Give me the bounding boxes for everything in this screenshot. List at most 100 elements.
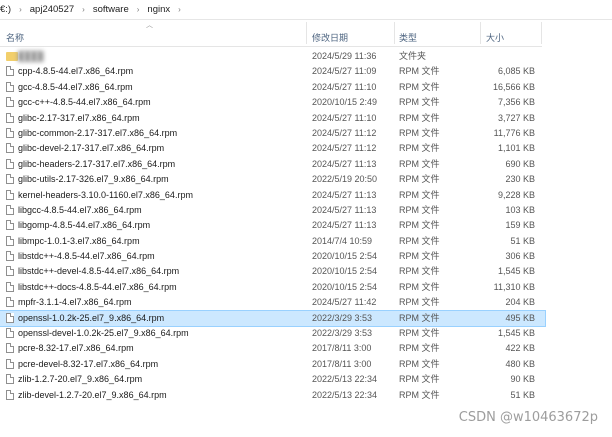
file-row[interactable]: zlib-devel-1.2.7-20.el7_9.x86_64.rpm 2022… xyxy=(0,388,545,403)
chevron-right-icon: › xyxy=(19,5,22,14)
file-size: 6,085 KB xyxy=(497,66,535,77)
file-row[interactable]: gcc-4.8.5-44.el7.x86_64.rpm 2024/5/27 11:… xyxy=(0,80,545,95)
file-date: 2020/10/15 2:54 xyxy=(312,266,378,277)
file-row[interactable]: libmpc-1.0.1-3.el7.x86_64.rpm 2014/7/4 10… xyxy=(0,234,545,249)
file-size: 480 KB xyxy=(505,358,535,369)
file-row[interactable]: kernel-headers-3.10.0-1160.el7.x86_64.rp… xyxy=(0,188,545,203)
column-header-row: 名称 修改日期 类型 大小 xyxy=(0,28,542,47)
column-divider[interactable] xyxy=(480,22,481,44)
file-name: zlib-1.2.7-20.el7_9.x86_64.rpm xyxy=(18,374,143,385)
file-name: glibc-common-2.17-317.el7.x86_64.rpm xyxy=(18,127,178,138)
file-name: gcc-4.8.5-44.el7.x86_64.rpm xyxy=(18,81,133,92)
file-type: RPM 文件 xyxy=(399,251,440,262)
file-row[interactable]: ████ 2024/5/29 11:36 文件夹 xyxy=(0,49,545,64)
file-row[interactable]: pcre-8.32-17.el7.x86_64.rpm 2017/8/11 3:0… xyxy=(0,341,545,356)
watermark: CSDN @w10463672p xyxy=(458,410,598,425)
file-size: 230 KB xyxy=(505,174,535,185)
file-date: 2024/5/27 11:09 xyxy=(312,66,377,77)
file-size: 1,545 KB xyxy=(497,266,535,277)
column-header-name[interactable]: 名称 xyxy=(6,31,24,44)
file-row[interactable]: zlib-1.2.7-20.el7_9.x86_64.rpm 2022/5/13 … xyxy=(0,372,545,387)
file-size: 7,356 KB xyxy=(497,97,535,108)
file-name: gcc-c++-4.8.5-44.el7.x86_64.rpm xyxy=(18,97,151,108)
file-row[interactable]: libstdc++-devel-4.8.5-44.el7.x86_64.rpm 2… xyxy=(0,264,545,279)
column-header-size[interactable]: 大小 xyxy=(486,31,504,44)
file-size: 11,776 KB xyxy=(493,127,535,138)
file-icon xyxy=(6,220,14,231)
file-row[interactable]: pcre-devel-8.32-17.el7.x86_64.rpm 2017/8/… xyxy=(0,357,545,372)
file-size: 204 KB xyxy=(505,297,535,308)
file-type: RPM 文件 xyxy=(399,389,440,400)
file-date: 2017/8/11 3:00 xyxy=(312,343,372,354)
file-name: glibc-devel-2.17-317.el7.x86_64.rpm xyxy=(18,143,165,154)
file-type: RPM 文件 xyxy=(399,174,440,185)
file-name: ████ xyxy=(18,51,44,61)
file-type: RPM 文件 xyxy=(399,66,440,77)
file-date: 2020/10/15 2:54 xyxy=(312,251,378,262)
column-divider[interactable] xyxy=(541,22,542,44)
file-name: glibc-utils-2.17-326.el7_9.x86_64.rpm xyxy=(18,174,169,185)
file-type: RPM 文件 xyxy=(399,358,440,369)
file-type: RPM 文件 xyxy=(399,189,440,200)
breadcrumb-item-drive[interactable]: €:) xyxy=(0,4,14,15)
file-row[interactable]: libstdc++-4.8.5-44.el7.x86_64.rpm 2020/10… xyxy=(0,249,545,264)
file-size: 51 KB xyxy=(510,389,535,400)
breadcrumb-item-software[interactable]: software xyxy=(90,4,132,15)
file-icon xyxy=(6,174,14,185)
file-type: RPM 文件 xyxy=(399,127,440,138)
file-type: RPM 文件 xyxy=(399,112,440,123)
file-icon xyxy=(6,266,14,277)
file-row[interactable]: glibc-devel-2.17-317.el7.x86_64.rpm 2024/… xyxy=(0,141,545,156)
file-row[interactable]: openssl-devel-1.0.2k-25.el7_9.x86_64.rpm… xyxy=(0,326,545,341)
file-type: RPM 文件 xyxy=(399,204,440,215)
file-name: kernel-headers-3.10.0-1160.el7.x86_64.rp… xyxy=(18,189,193,200)
file-type: RPM 文件 xyxy=(399,97,440,108)
file-size: 159 KB xyxy=(505,220,535,231)
file-name: mpfr-3.1.1-4.el7.x86_64.rpm xyxy=(18,297,132,308)
file-type: RPM 文件 xyxy=(399,143,440,154)
file-row[interactable]: cpp-4.8.5-44.el7.x86_64.rpm 2024/5/27 11:… xyxy=(0,64,545,79)
file-date: 2024/5/27 11:42 xyxy=(312,297,377,308)
file-row[interactable]: mpfr-3.1.1-4.el7.x86_64.rpm 2024/5/27 11:… xyxy=(0,295,545,310)
column-divider[interactable] xyxy=(306,22,307,44)
file-icon xyxy=(6,358,14,369)
file-date: 2020/10/15 2:49 xyxy=(312,97,378,108)
file-icon xyxy=(6,312,14,323)
file-name: libmpc-1.0.1-3.el7.x86_64.rpm xyxy=(18,235,140,246)
file-row[interactable]: openssl-1.0.2k-25.el7_9.x86_64.rpm 2022/3… xyxy=(0,309,546,328)
file-row[interactable]: glibc-utils-2.17-326.el7_9.x86_64.rpm 202… xyxy=(0,172,545,187)
file-name: libgomp-4.8.5-44.el7.x86_64.rpm xyxy=(18,220,151,231)
chevron-right-icon: › xyxy=(178,5,181,14)
file-size: 16,566 KB xyxy=(492,81,535,92)
file-type: RPM 文件 xyxy=(399,312,440,323)
column-divider[interactable] xyxy=(394,22,395,44)
file-size: 103 KB xyxy=(505,204,535,215)
file-icon xyxy=(6,297,14,308)
file-date: 2024/5/27 11:12 xyxy=(312,127,377,138)
file-name: glibc-2.17-317.el7.x86_64.rpm xyxy=(18,112,140,123)
file-row[interactable]: glibc-headers-2.17-317.el7.x86_64.rpm 202… xyxy=(0,157,545,172)
breadcrumb: €:) › apj240527 › software › nginx › xyxy=(0,0,612,20)
file-date: 2024/5/27 11:13 xyxy=(312,158,377,169)
file-size: 495 KB xyxy=(505,312,535,323)
breadcrumb-item-apj240527[interactable]: apj240527 xyxy=(27,4,77,15)
file-row[interactable]: libgomp-4.8.5-44.el7.x86_64.rpm 2024/5/27… xyxy=(0,218,545,233)
file-row[interactable]: libstdc++-docs-4.8.5-44.el7.x86_64.rpm 20… xyxy=(0,280,545,295)
file-name: openssl-1.0.2k-25.el7_9.x86_64.rpm xyxy=(18,312,165,323)
file-date: 2024/5/27 11:13 xyxy=(312,189,377,200)
file-date: 2024/5/27 11:12 xyxy=(312,143,377,154)
file-type: RPM 文件 xyxy=(399,343,440,354)
file-icon xyxy=(6,374,14,385)
file-size: 11,310 KB xyxy=(493,281,535,292)
column-header-type[interactable]: 类型 xyxy=(399,31,417,44)
file-type: RPM 文件 xyxy=(399,328,440,339)
file-size: 9,228 KB xyxy=(497,189,535,200)
file-row[interactable]: glibc-common-2.17-317.el7.x86_64.rpm 2024… xyxy=(0,126,545,141)
file-row[interactable]: gcc-c++-4.8.5-44.el7.x86_64.rpm 2020/10/1… xyxy=(0,95,545,110)
column-header-date[interactable]: 修改日期 xyxy=(312,31,348,44)
file-row[interactable]: libgcc-4.8.5-44.el7.x86_64.rpm 2024/5/27 … xyxy=(0,203,545,218)
file-size: 1,545 KB xyxy=(497,328,535,339)
file-row[interactable]: glibc-2.17-317.el7.x86_64.rpm 2024/5/27 1… xyxy=(0,111,545,126)
folder-icon xyxy=(6,52,18,61)
breadcrumb-item-nginx[interactable]: nginx xyxy=(144,4,173,15)
